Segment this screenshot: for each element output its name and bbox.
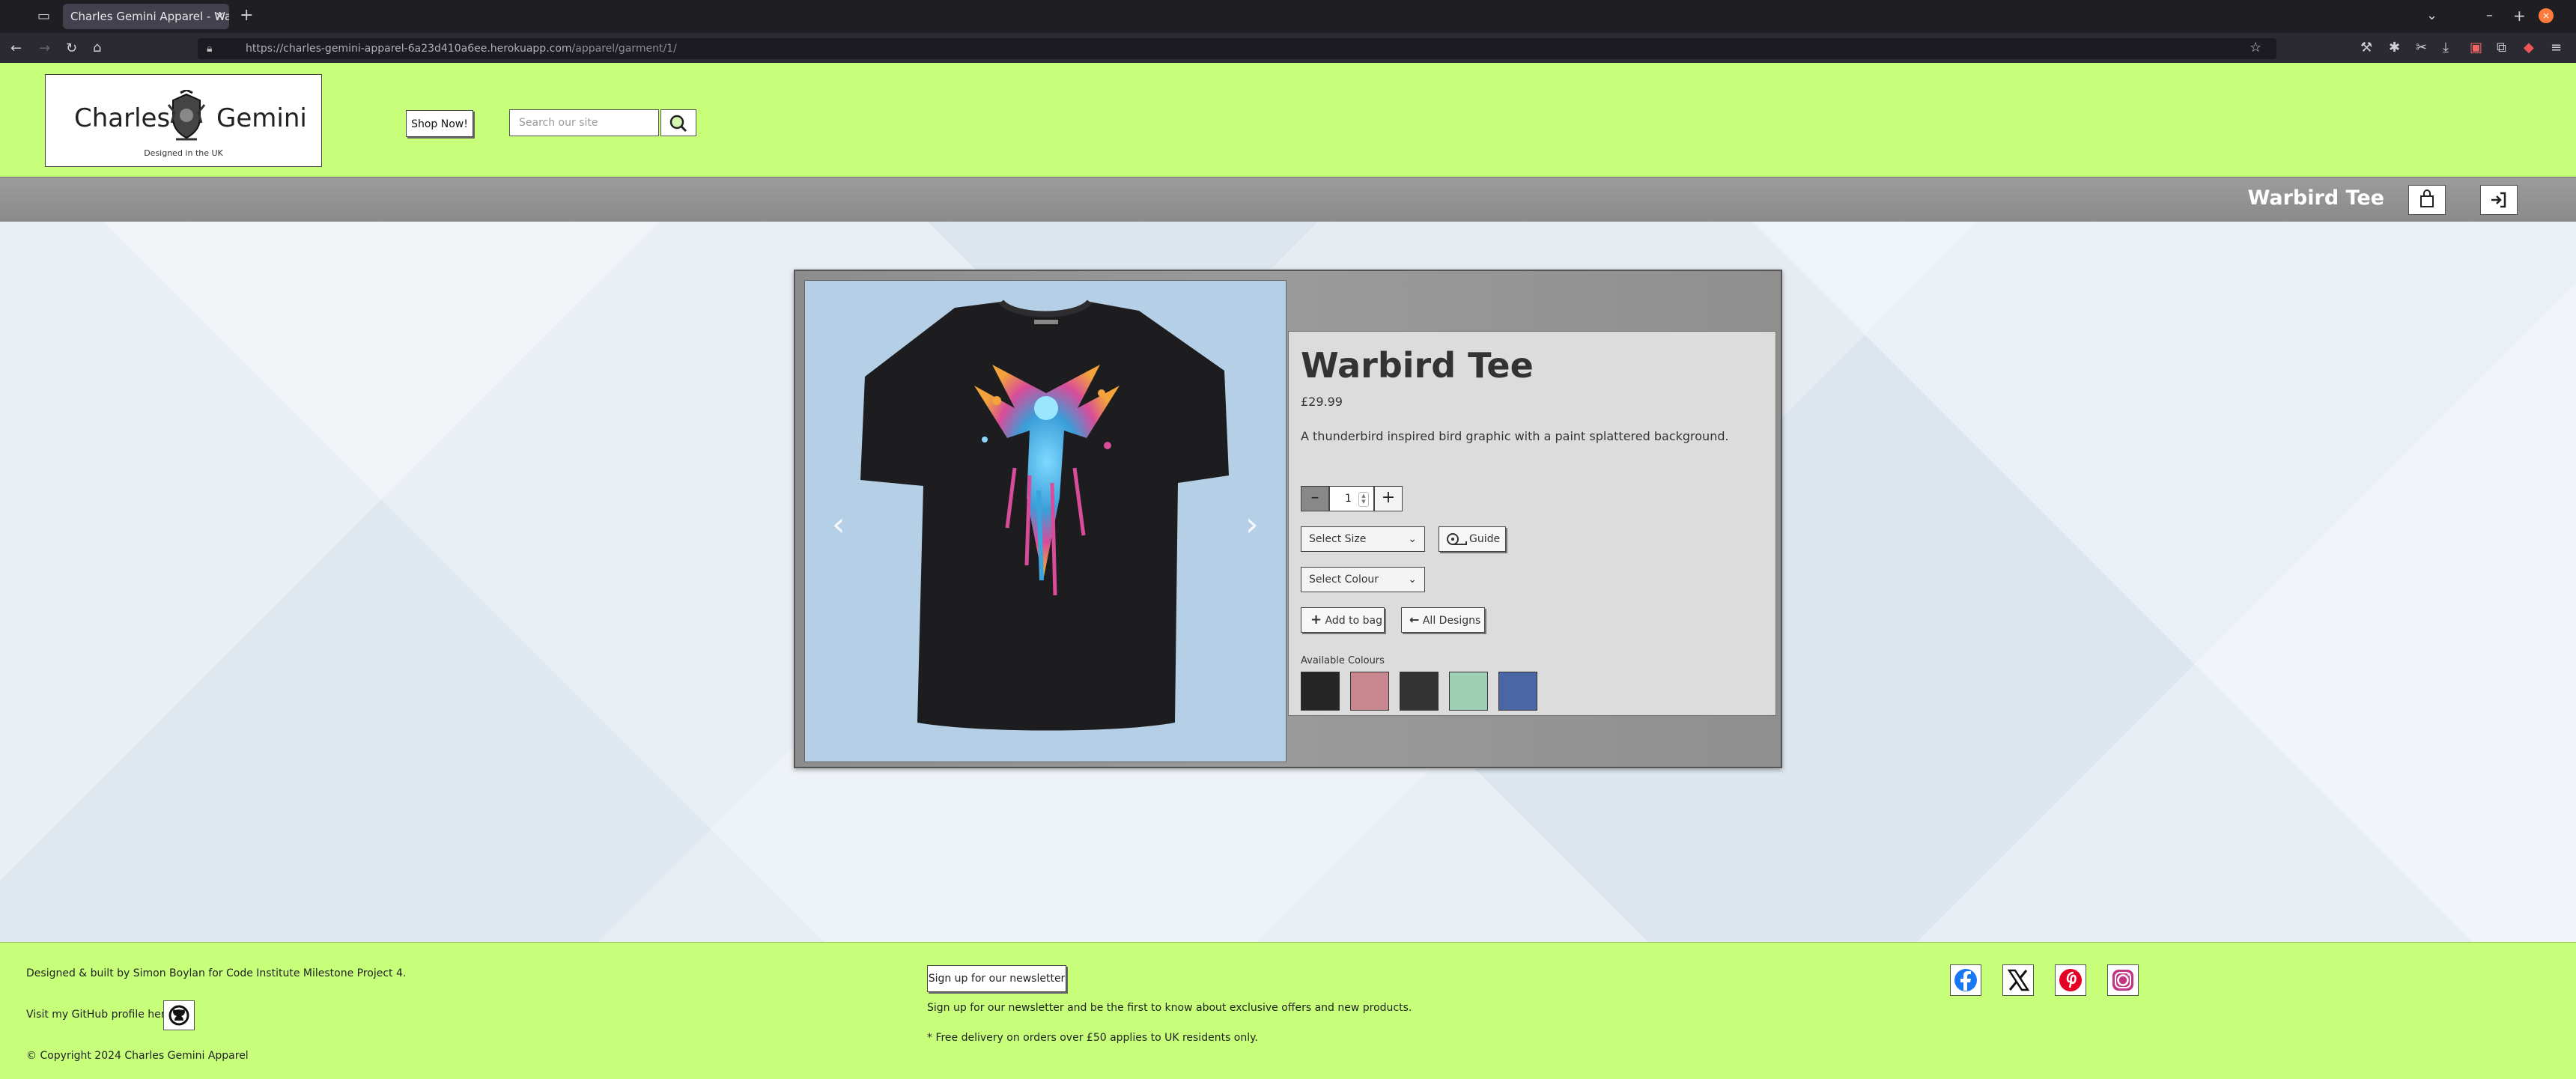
forward-icon[interactable]: → <box>39 42 50 55</box>
quantity-decrement-button[interactable]: – <box>1301 486 1329 511</box>
chevron-down-icon: ⌄ <box>1408 574 1417 586</box>
quantity-input[interactable]: 1 ▲ ▼ <box>1329 486 1374 511</box>
colour-swatch-pink[interactable] <box>1350 672 1389 711</box>
tape-measure-icon <box>1447 533 1467 545</box>
browser-tab[interactable]: Charles Gemini Apparel - Warb ✕ <box>63 4 229 29</box>
footer-copyright: © Copyright 2024 Charles Gemini Apparel <box>26 1050 249 1062</box>
newsletter-signup-button[interactable]: Sign up for our newsletter <box>927 965 1066 992</box>
github-link[interactable] <box>163 1000 195 1030</box>
menu-icon[interactable]: ≡ <box>2551 41 2562 55</box>
instagram-link[interactable] <box>2107 964 2139 996</box>
pinterest-link[interactable] <box>2055 964 2086 996</box>
site-footer: Designed & built by Simon Boylan for Cod… <box>0 942 2576 1079</box>
maximize-icon[interactable]: + <box>2513 8 2526 23</box>
add-to-bag-label: Add to bag <box>1325 615 1382 627</box>
size-select-value: Select Size <box>1309 533 1367 545</box>
download-icon[interactable]: ⤓ <box>2443 41 2449 55</box>
logo-tagline: Designed in the UK <box>144 148 223 158</box>
screenshot-icon[interactable]: ✂ <box>2416 41 2427 55</box>
colour-swatch-blue[interactable] <box>1498 672 1537 711</box>
close-tab-icon[interactable]: ✕ <box>215 4 225 29</box>
product-price: £29.99 <box>1301 395 1343 409</box>
minimize-icon[interactable]: – <box>2486 9 2493 22</box>
all-designs-label: All Designs <box>1422 615 1481 627</box>
crest-icon <box>167 90 206 141</box>
profile-icon[interactable]: × <box>2539 8 2554 23</box>
new-tab-icon[interactable]: + <box>240 7 253 24</box>
facebook-link[interactable] <box>1950 964 1981 996</box>
arrow-left-icon: ← <box>1409 613 1420 627</box>
list-tabs-icon[interactable]: ⌄ <box>2426 9 2437 22</box>
add-to-bag-button[interactable]: + Add to bag <box>1301 607 1385 633</box>
product-card: ‹ › Warbird Tee £29.99 A thunderbird ins… <box>794 270 1782 768</box>
container-icon[interactable]: ▣ <box>2470 41 2482 55</box>
browser-tabbar: ▭ Charles Gemini Apparel - Warb ✕ + ⌄ – … <box>0 0 2576 33</box>
github-icon <box>168 1005 189 1026</box>
search-button[interactable] <box>660 109 696 136</box>
quantity-spinner-icon[interactable]: ▲ ▼ <box>1358 492 1369 507</box>
logo-text-left: Charles <box>74 103 171 133</box>
tab-title: Charles Gemini Apparel - Warb <box>70 10 229 23</box>
nav-page-title: Warbird Tee <box>2247 186 2384 210</box>
carousel-prev-icon[interactable]: ‹ <box>832 505 845 544</box>
colour-swatch-black[interactable] <box>1301 672 1340 711</box>
site-header: Charles Gemini Designed in the UK Shop N… <box>0 63 2576 177</box>
shopping-bag-icon <box>2420 189 2434 207</box>
addon-badge-icon[interactable]: ◆ <box>2524 41 2534 55</box>
size-guide-label: Guide <box>1469 533 1501 545</box>
colour-swatch-charcoal[interactable] <box>1400 672 1439 711</box>
home-icon[interactable]: ⌂ <box>93 41 101 55</box>
colour-select-value: Select Colour <box>1309 574 1379 586</box>
reload-icon[interactable]: ↻ <box>66 42 77 55</box>
url-path: /apparel/garment/1/ <box>571 43 677 55</box>
bookmark-star-icon[interactable]: ☆ <box>2250 41 2261 55</box>
all-designs-button[interactable]: ← All Designs <box>1401 607 1485 633</box>
url-host: https://charles-gemini-apparel-6a23d410a… <box>246 43 572 55</box>
available-colours-label: Available Colours <box>1301 655 1385 666</box>
facebook-icon <box>1954 969 1977 991</box>
main-content: ‹ › Warbird Tee £29.99 A thunderbird ins… <box>0 222 2576 942</box>
product-name: Warbird Tee <box>1301 345 1534 386</box>
newsletter-text: Sign up for our newsletter and be the fi… <box>927 1002 1412 1014</box>
instagram-icon <box>2112 970 2133 991</box>
chevron-down-icon: ⌄ <box>1408 533 1417 545</box>
shop-now-button[interactable]: Shop Now! <box>406 110 473 137</box>
back-icon[interactable]: ← <box>10 42 22 55</box>
browser-toolbar: ← → ↻ ⌂ 🔒︎ https://charles-gemini-appare… <box>0 33 2576 64</box>
quantity-increment-button[interactable]: + <box>1374 486 1403 511</box>
quantity-value: 1 <box>1345 493 1352 505</box>
login-button[interactable] <box>2480 185 2518 215</box>
x-icon <box>2007 969 2030 991</box>
carousel-next-icon[interactable]: › <box>1245 505 1259 544</box>
tab-overview-icon[interactable]: ▭ <box>37 10 50 23</box>
url-field[interactable]: 🔒︎ https://charles-gemini-apparel-6a23d4… <box>198 38 2276 59</box>
pinterest-icon <box>2059 969 2082 991</box>
tshirt-image <box>860 300 1229 731</box>
logo-text-right: Gemini <box>216 103 307 133</box>
plus-icon: + <box>1310 612 1322 627</box>
search-input[interactable]: Search our site <box>509 109 659 136</box>
extensions-icon[interactable]: ⧉ <box>2497 41 2506 55</box>
size-guide-button[interactable]: Guide <box>1439 526 1506 552</box>
size-select[interactable]: Select Size ⌄ <box>1301 526 1425 552</box>
colour-swatch-mint[interactable] <box>1449 672 1488 711</box>
github-label: Visit my GitHub profile here: <box>26 1009 175 1021</box>
footer-credit: Designed & built by Simon Boylan for Cod… <box>26 967 407 979</box>
search-icon <box>669 115 687 133</box>
product-details: Warbird Tee £29.99 A thunderbird inspire… <box>1288 331 1776 716</box>
extension-icon[interactable]: ✱ <box>2389 41 2400 55</box>
tools-icon[interactable]: ⚒ <box>2360 41 2372 55</box>
lock-icon: 🔒︎ <box>207 43 213 55</box>
colour-select[interactable]: Select Colour ⌄ <box>1301 567 1425 592</box>
site-logo[interactable]: Charles Gemini Designed in the UK <box>45 74 322 167</box>
x-twitter-link[interactable] <box>2002 964 2034 996</box>
login-icon <box>2491 192 2506 208</box>
product-description: A thunderbird inspired bird graphic with… <box>1301 429 1729 443</box>
nav-bar: Warbird Tee <box>0 177 2576 223</box>
shopping-bag-button[interactable] <box>2408 185 2446 215</box>
product-image-carousel[interactable]: ‹ › <box>804 280 1287 762</box>
delivery-notice: * Free delivery on orders over £50 appli… <box>927 1032 1258 1044</box>
